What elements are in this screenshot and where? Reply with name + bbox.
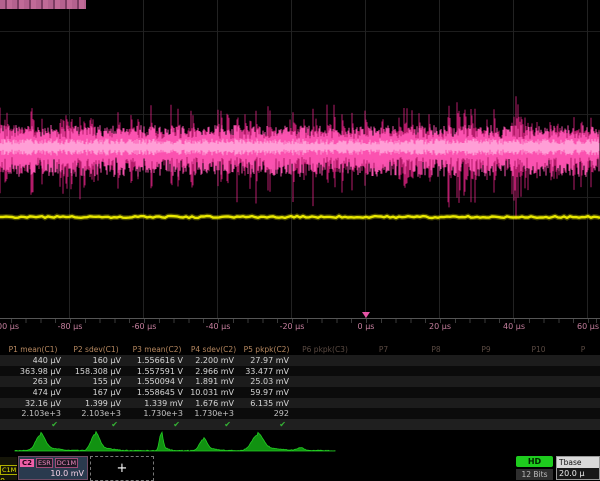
mean-cell-p3: 1.557591 V (126, 367, 188, 376)
stat-row-value: 440 µV160 µV1.556616 V2.200 mV27.97 mV (0, 355, 600, 366)
timebase-descriptor-box[interactable]: Tbase 20.0 µ (556, 456, 600, 480)
param-header-p11[interactable]: P (566, 345, 600, 354)
param-header-p3[interactable]: P3 mean(C2) (126, 345, 188, 354)
time-tick-label: -60 µs (132, 322, 157, 331)
value-cell-p4: 2.200 mV (188, 356, 239, 365)
time-axis-labels: 00 µs -80 µs -60 µs -40 µs -20 µs 0 µs 20 µs 40… (0, 322, 600, 333)
mean-cell-p4: 2.966 mV (188, 367, 239, 376)
c2-noise-trace (0, 96, 599, 219)
min-cell-p4: 1.891 mV (188, 377, 239, 386)
sdev-cell-p1: 32.16 µV (0, 399, 66, 408)
param-header-p1[interactable]: P1 mean(C1) (0, 345, 66, 354)
min-cell-p5: 25.03 mV (239, 377, 294, 386)
status-cell-p4: ✔ (188, 420, 239, 429)
c2-coupling-tag: DC1M (55, 458, 78, 468)
stat-row-sdev: 32.16 µV1.399 µV1.339 mV1.676 mV6.135 mV (0, 398, 600, 409)
sdev-cell-p4: 1.676 mV (188, 399, 239, 408)
trigger-plus-icon: + (117, 461, 128, 476)
param-header-p4[interactable]: P4 sdev(C2) (188, 345, 239, 354)
time-tick-label: -20 µs (280, 322, 305, 331)
max-cell-p4: 10.031 mV (188, 388, 239, 397)
tbase-title: Tbase (557, 457, 599, 468)
param-header-p8[interactable]: P8 (411, 345, 461, 354)
mean-cell-p2: 158.308 µV (66, 367, 126, 376)
c2-channel-badge: C2 (20, 459, 34, 467)
cropped-menu-label (0, 0, 86, 9)
c1-flat-trace (0, 216, 600, 218)
time-tick-label: 00 µs (0, 322, 19, 331)
stat-row-max: 474 µV167 µV1.558645 V10.031 mV59.97 mV (0, 387, 600, 398)
measurement-histicons (0, 429, 600, 456)
param-header-p6[interactable]: P6 pkpk(C3) (294, 345, 356, 354)
param-header-p5[interactable]: P5 pkpk(C2) (239, 345, 294, 354)
max-cell-p1: 474 µV (0, 388, 66, 397)
min-cell-p3: 1.550094 V (126, 377, 188, 386)
value-cell-p3: 1.556616 V (126, 356, 188, 365)
num-cell-p5: 292 (239, 409, 294, 418)
status-cell-p5: ✔ (239, 420, 294, 429)
mean-cell-p1: 363.98 µV (0, 367, 66, 376)
stat-row-mean: 363.98 µV158.308 µV1.557591 V2.966 mV33.… (0, 366, 600, 377)
num-cell-p1: 2.103e+3 (0, 409, 66, 418)
sdev-cell-p5: 6.135 mV (239, 399, 294, 408)
num-cell-p2: 2.103e+3 (66, 409, 126, 418)
min-cell-p1: 263 µV (0, 377, 66, 386)
max-cell-p5: 59.97 mV (239, 388, 294, 397)
max-cell-p2: 167 µV (66, 388, 126, 397)
max-cell-p3: 1.558645 V (126, 388, 188, 397)
tbase-scale-label: 20.0 µ (557, 468, 599, 479)
time-tick-label: -40 µs (206, 322, 231, 331)
trigger-position-marker[interactable] (362, 312, 370, 318)
status-cell-p1: ✔ (0, 420, 66, 429)
num-cell-p4: 1.730e+3 (188, 409, 239, 418)
time-tick-label: -80 µs (58, 322, 83, 331)
trigger-descriptor-box[interactable]: + (90, 456, 154, 481)
value-cell-p2: 160 µV (66, 356, 126, 365)
value-cell-p5: 27.97 mV (239, 356, 294, 365)
channel-c1-descriptor[interactable]: C1M 0 mV (0, 457, 17, 480)
measurement-table: P1 mean(C1)P2 sdev(C1)P3 mean(C2)P4 sdev… (0, 343, 600, 430)
param-header-p7[interactable]: P7 (356, 345, 411, 354)
time-tick-label: 60 µs (577, 322, 599, 331)
mean-cell-p5: 33.477 mV (239, 367, 294, 376)
c2-scale-label: 10.0 mV (19, 469, 87, 478)
status-cell-p3: ✔ (126, 420, 188, 429)
waveform-traces (0, 0, 600, 318)
sdev-cell-p2: 1.399 µV (66, 399, 126, 408)
num-cell-p3: 1.730e+3 (126, 409, 188, 418)
time-tick-label: 20 µs (429, 322, 451, 331)
histicon-peaks (15, 432, 335, 451)
resolution-label: 12 Bits (516, 469, 553, 480)
param-header-p2[interactable]: P2 sdev(C1) (66, 345, 126, 354)
value-cell-p1: 440 µV (0, 356, 66, 365)
param-header-p10[interactable]: P10 (511, 345, 566, 354)
min-cell-p2: 155 µV (66, 377, 126, 386)
stat-row-num: 2.103e+32.103e+31.730e+31.730e+3292 (0, 408, 600, 419)
sdev-cell-p3: 1.339 mV (126, 399, 188, 408)
c1-coupling-badge: C1M (0, 465, 17, 475)
c2-esr-tag: ESR (36, 458, 53, 468)
bottom-bar: C1M 0 mV C2 ESR DC1M 10.0 mV + HD 12 Bit… (0, 456, 600, 480)
channel-c2-descriptor[interactable]: C2 ESR DC1M 10.0 mV (18, 456, 88, 480)
stat-row-min: 263 µV155 µV1.550094 V1.891 mV25.03 mV (0, 376, 600, 387)
time-tick-label: 40 µs (503, 322, 525, 331)
oscilloscope-screen: { "colors": { "c2_trace": "#f0268e", "c1… (0, 0, 600, 480)
hd-mode-badge[interactable]: HD (516, 456, 553, 467)
param-header-p9[interactable]: P9 (461, 345, 511, 354)
status-cell-p2: ✔ (66, 420, 126, 429)
time-tick-label: 0 µs (358, 322, 375, 331)
